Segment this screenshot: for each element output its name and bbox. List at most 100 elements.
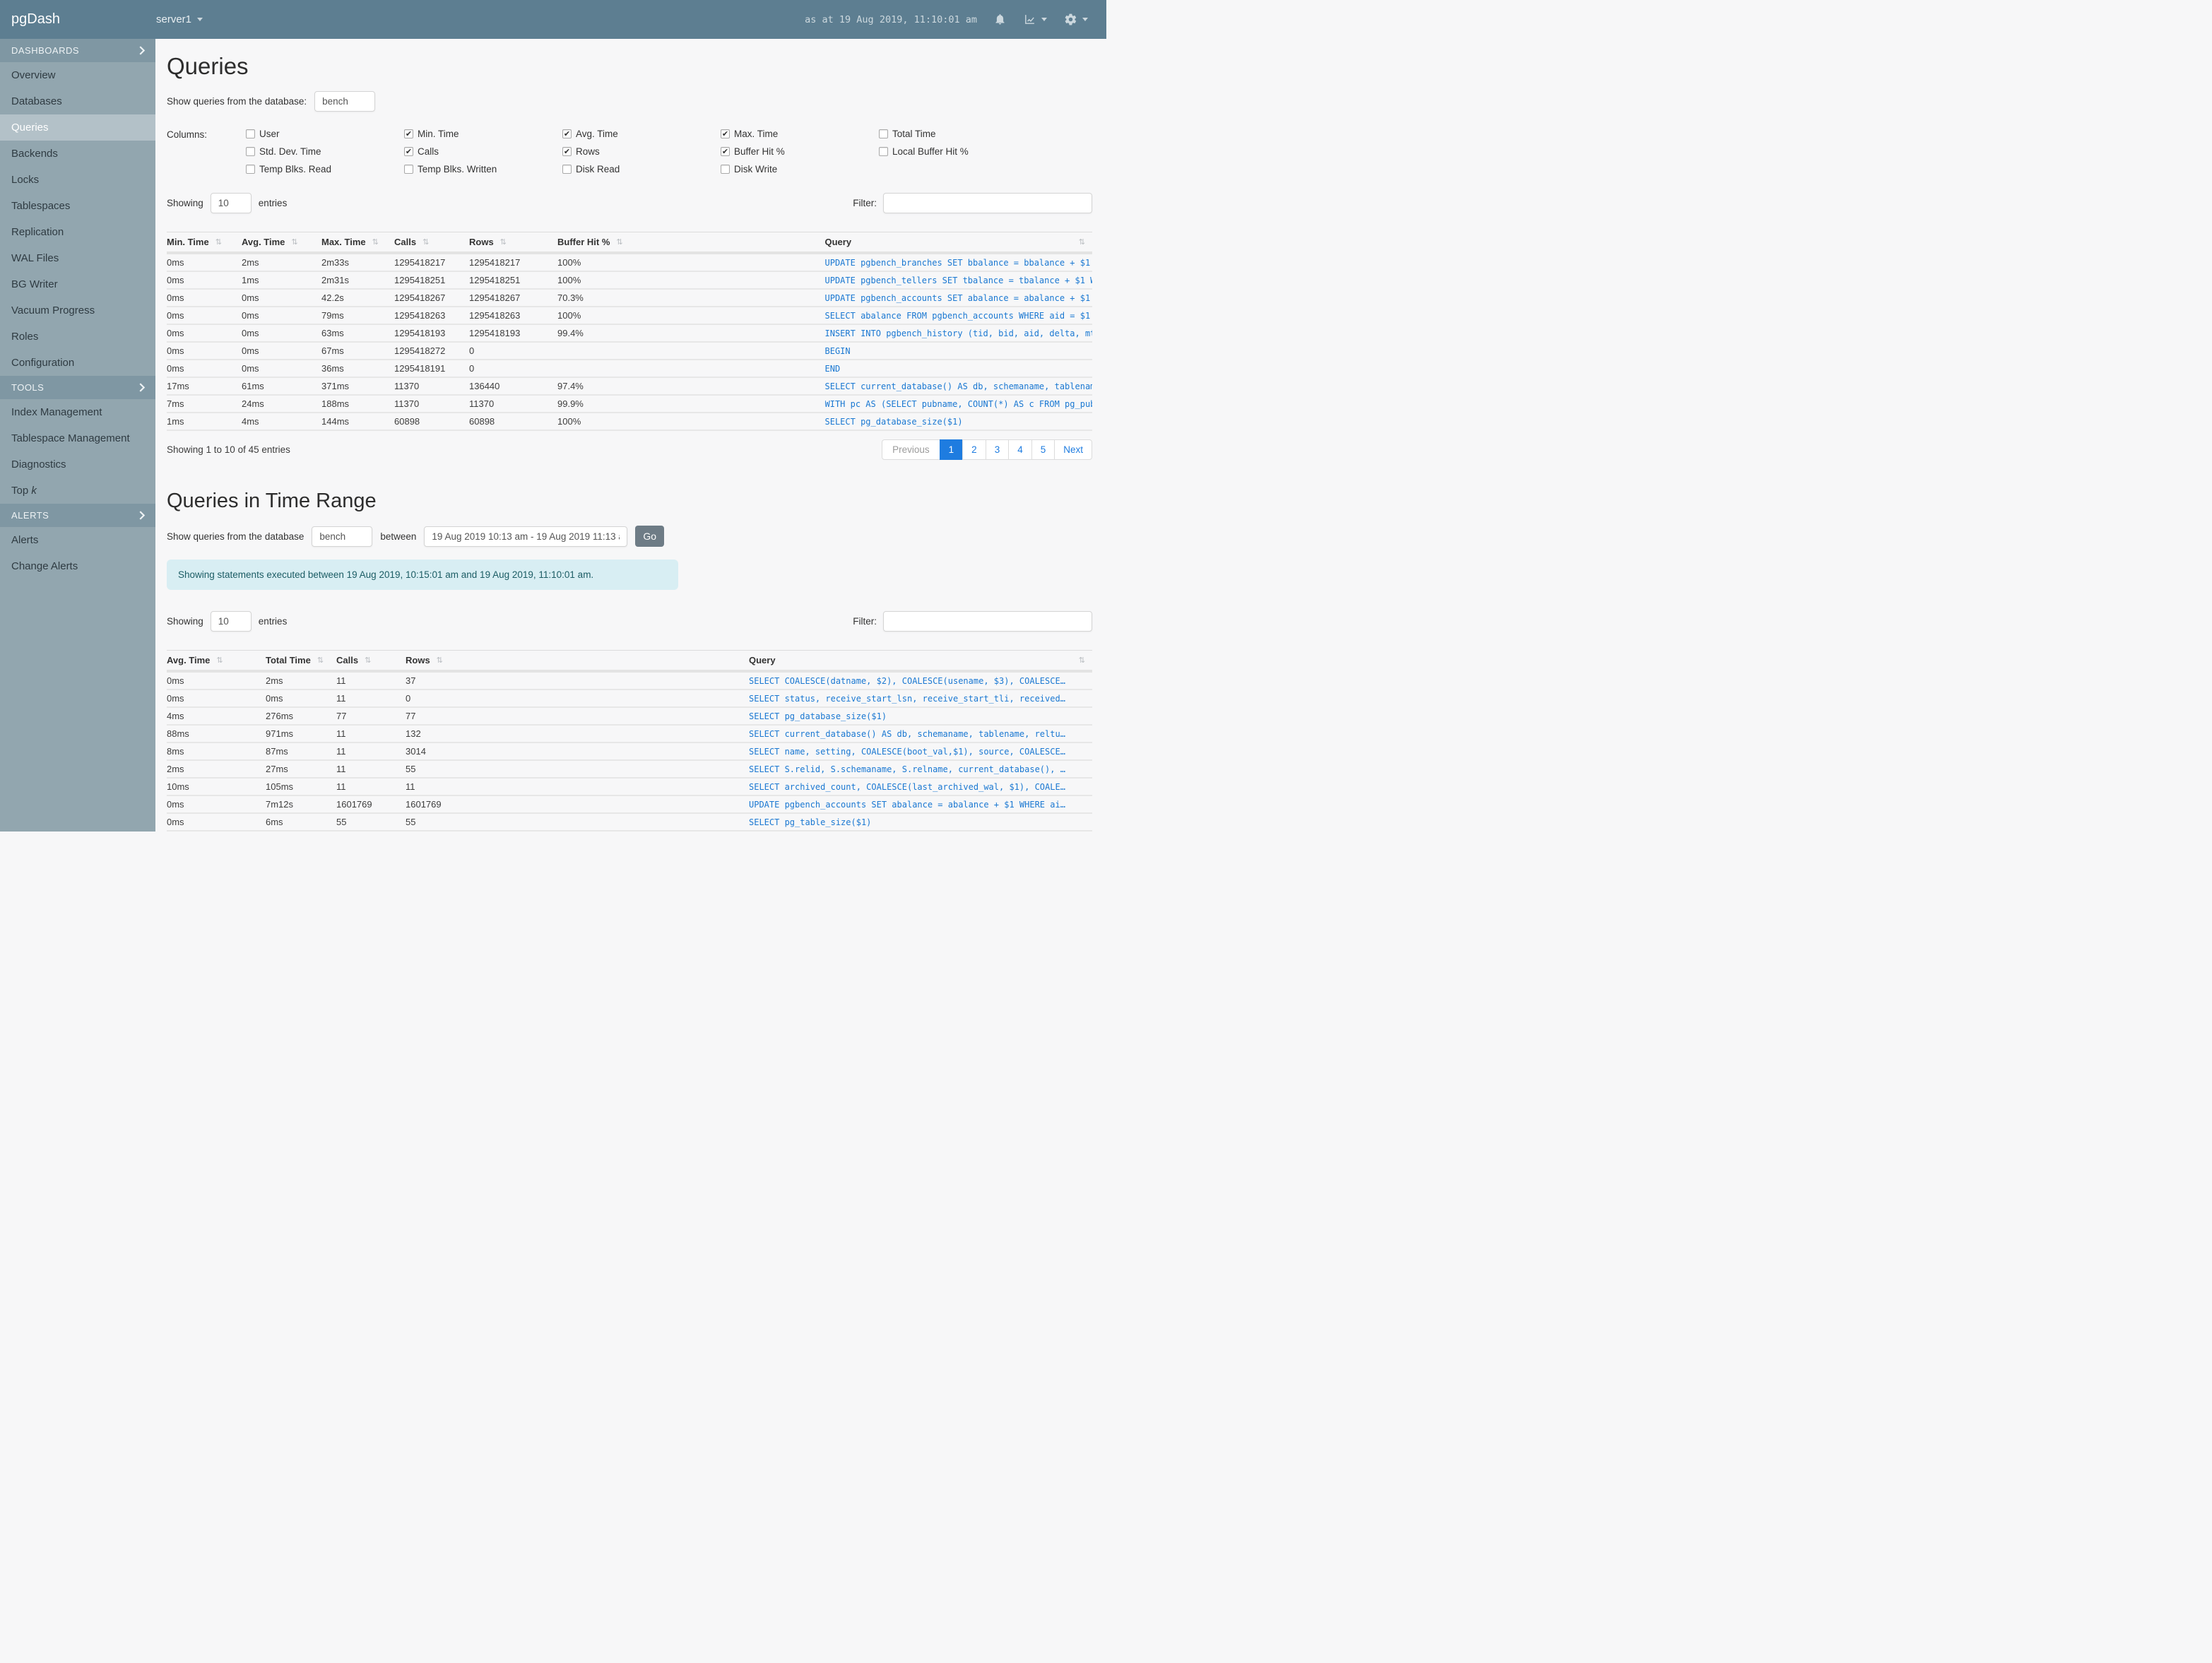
sidebar-section-alerts[interactable]: ALERTS <box>0 504 155 527</box>
query-link[interactable]: SELECT name, setting, COALESCE(boot_val,… <box>749 742 1092 761</box>
column-toggle[interactable]: Rows <box>562 146 721 157</box>
sidebar-item[interactable]: Backends <box>0 141 155 167</box>
time-range-input[interactable] <box>424 526 628 547</box>
column-checkbox[interactable] <box>404 147 413 156</box>
sidebar-item[interactable]: Top k <box>0 478 155 504</box>
pagination-page-4[interactable]: 4 <box>1008 439 1032 460</box>
column-checkbox[interactable] <box>246 165 255 174</box>
column-toggle[interactable]: User <box>246 129 404 139</box>
query-link[interactable]: UPDATE pgbench_accounts SET abalance = a… <box>749 795 1092 814</box>
query-link[interactable]: UPDATE pgbench_accounts SET abalance = a… <box>824 289 1092 307</box>
sidebar-item[interactable]: Overview <box>0 62 155 88</box>
column-checkbox[interactable] <box>721 165 730 174</box>
query-link[interactable]: UPDATE pgbench_branches SET bbalance = b… <box>824 253 1092 272</box>
column-toggle[interactable]: Min. Time <box>404 129 562 139</box>
column-checkbox[interactable] <box>404 165 413 174</box>
column-toggle[interactable]: Disk Read <box>562 164 721 174</box>
sidebar-item[interactable]: Tablespaces <box>0 193 155 219</box>
sidebar-item[interactable]: Databases <box>0 88 155 114</box>
column-header[interactable]: Query ⇅ <box>824 232 1092 254</box>
column-toggle[interactable]: Disk Write <box>721 164 879 174</box>
sidebar-item[interactable]: Locks <box>0 167 155 193</box>
settings-menu-button[interactable] <box>1064 13 1088 26</box>
column-header[interactable]: Avg. Time ⇅ <box>167 650 266 673</box>
column-header[interactable]: Min. Time ⇅ <box>167 232 242 254</box>
pagination-page-1[interactable]: 1 <box>939 439 964 460</box>
filter-input[interactable] <box>883 193 1092 213</box>
query-link[interactable]: SELECT archived_count, COALESCE(last_arc… <box>749 778 1092 796</box>
page-size-input[interactable] <box>210 193 252 213</box>
column-toggle[interactable]: Temp Blks. Read <box>246 164 404 174</box>
query-link[interactable]: END <box>824 360 1092 378</box>
column-checkbox[interactable] <box>562 129 572 138</box>
column-checkbox[interactable] <box>721 129 730 138</box>
column-header[interactable]: Buffer Hit % ⇅ <box>557 232 825 254</box>
sidebar-section-tools[interactable]: TOOLS <box>0 376 155 399</box>
pagination-page-3[interactable]: 3 <box>985 439 1010 460</box>
column-toggle[interactable]: Temp Blks. Written <box>404 164 562 174</box>
sidebar-item[interactable]: Vacuum Progress <box>0 297 155 324</box>
column-header[interactable]: Avg. Time ⇅ <box>242 232 321 254</box>
column-checkbox[interactable] <box>879 129 888 138</box>
query-link[interactable]: SELECT S.relid, S.schemaname, S.relname,… <box>749 760 1092 779</box>
query-link[interactable]: SELECT current_database() AS db, scheman… <box>824 377 1092 396</box>
column-checkbox[interactable] <box>562 165 572 174</box>
sidebar-item[interactable]: Queries <box>0 114 155 141</box>
sidebar-item[interactable]: Change Alerts <box>0 553 155 579</box>
sidebar-item[interactable]: Configuration <box>0 350 155 376</box>
app-logo[interactable]: pgDash <box>0 11 144 28</box>
column-checkbox[interactable] <box>721 147 730 156</box>
query-link[interactable]: SELECT status, receive_start_lsn, receiv… <box>749 690 1092 708</box>
query-link[interactable]: SELECT checkpoints_timed, checkpoints_re… <box>749 831 1092 832</box>
charts-menu-button[interactable] <box>1023 13 1047 25</box>
query-link[interactable]: WITH pc AS (SELECT pubname, COUNT(*) AS … <box>824 395 1092 413</box>
query-link[interactable]: SELECT pg_database_size($1) <box>749 707 1092 726</box>
column-checkbox[interactable] <box>404 129 413 138</box>
sidebar-item[interactable]: BG Writer <box>0 271 155 297</box>
sidebar-item[interactable]: Alerts <box>0 527 155 553</box>
column-toggle[interactable]: Avg. Time <box>562 129 721 139</box>
go-button[interactable]: Go <box>635 526 665 547</box>
column-header[interactable]: Rows ⇅ <box>406 650 749 673</box>
query-link[interactable]: UPDATE pgbench_tellers SET tbalance = tb… <box>824 271 1092 290</box>
database-input-2[interactable] <box>312 526 373 547</box>
column-checkbox[interactable] <box>246 147 255 156</box>
column-toggle[interactable]: Total Time <box>879 129 1037 139</box>
column-checkbox[interactable] <box>246 129 255 138</box>
query-link[interactable]: BEGIN <box>824 342 1092 360</box>
filter-input-2[interactable] <box>883 611 1092 632</box>
column-checkbox[interactable] <box>879 147 888 156</box>
column-header[interactable]: Rows ⇅ <box>469 232 557 254</box>
pagination-previous[interactable]: Previous <box>882 439 940 460</box>
column-header[interactable]: Max. Time ⇅ <box>321 232 394 254</box>
notifications-button[interactable] <box>994 13 1006 26</box>
column-toggle[interactable]: Std. Dev. Time <box>246 146 404 157</box>
column-header[interactable]: Total Time ⇅ <box>266 650 336 673</box>
sidebar-item[interactable]: Index Management <box>0 399 155 425</box>
sidebar-section-dashboards[interactable]: DASHBOARDS <box>0 39 155 62</box>
column-checkbox[interactable] <box>562 147 572 156</box>
column-header[interactable]: Calls ⇅ <box>336 650 406 673</box>
query-link[interactable]: SELECT current_database() AS db, scheman… <box>749 725 1092 743</box>
column-toggle[interactable]: Max. Time <box>721 129 879 139</box>
sidebar-item[interactable]: WAL Files <box>0 245 155 271</box>
pagination-next[interactable]: Next <box>1054 439 1092 460</box>
query-link[interactable]: SELECT COALESCE(datname, $2), COALESCE(u… <box>749 671 1092 690</box>
page-size-input-2[interactable] <box>210 611 252 632</box>
query-link[interactable]: SELECT pg_table_size($1) <box>749 813 1092 832</box>
query-link[interactable]: SELECT pg_database_size($1) <box>824 413 1092 431</box>
column-toggle[interactable]: Calls <box>404 146 562 157</box>
sidebar-item[interactable]: Diagnostics <box>0 451 155 478</box>
column-toggle[interactable]: Local Buffer Hit % <box>879 146 1037 157</box>
sidebar-item[interactable]: Roles <box>0 324 155 350</box>
column-toggle[interactable]: Buffer Hit % <box>721 146 879 157</box>
sidebar-item[interactable]: Tablespace Management <box>0 425 155 451</box>
column-header[interactable]: Calls ⇅ <box>394 232 469 254</box>
column-header[interactable]: Query ⇅ <box>749 650 1092 673</box>
pagination-page-2[interactable]: 2 <box>962 439 986 460</box>
sidebar-item[interactable]: Replication <box>0 219 155 245</box>
server-selector[interactable]: server1 <box>144 13 203 25</box>
database-input[interactable] <box>314 91 376 112</box>
query-link[interactable]: SELECT abalance FROM pgbench_accounts WH… <box>824 307 1092 325</box>
pagination-page-5[interactable]: 5 <box>1031 439 1055 460</box>
